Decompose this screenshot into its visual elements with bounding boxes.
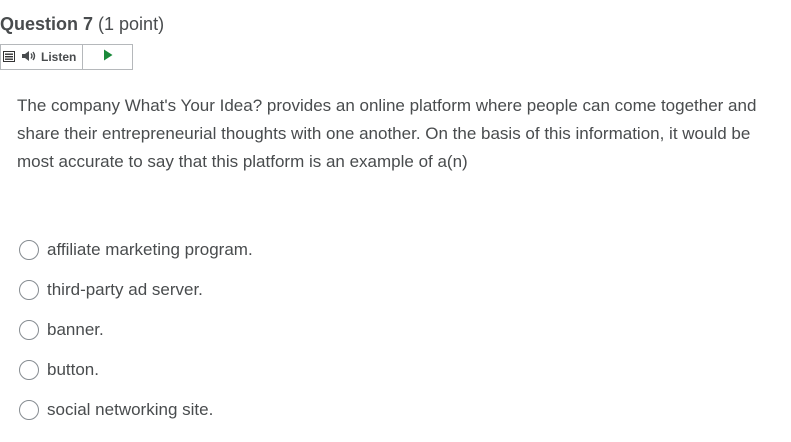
radio-button[interactable] bbox=[19, 280, 39, 300]
readspeaker-menu-button[interactable] bbox=[1, 45, 17, 69]
answer-option-label: button. bbox=[47, 360, 99, 379]
question-header: Question 7 (1 point) bbox=[0, 12, 164, 36]
radio-button[interactable] bbox=[19, 240, 39, 260]
answer-option-label: social networking site. bbox=[47, 400, 214, 419]
answer-option[interactable]: third-party ad server. bbox=[19, 270, 253, 310]
menu-icon bbox=[3, 49, 15, 67]
play-icon bbox=[103, 48, 113, 66]
speaker-icon bbox=[21, 50, 37, 65]
play-button[interactable] bbox=[83, 45, 132, 69]
answer-option-label: affiliate marketing program. bbox=[47, 240, 253, 259]
answer-option-label: third-party ad server. bbox=[47, 280, 203, 299]
question-text: The company What's Your Idea? provides a… bbox=[17, 96, 757, 171]
radio-button[interactable] bbox=[19, 400, 39, 420]
listen-label: Listen bbox=[41, 50, 77, 64]
readspeaker-toolbar: Listen bbox=[0, 44, 133, 70]
radio-button[interactable] bbox=[19, 320, 39, 340]
answer-option[interactable]: social networking site. bbox=[19, 390, 253, 430]
question-points: (1 point) bbox=[98, 14, 165, 34]
question-title: Question 7 bbox=[0, 14, 94, 34]
answer-options: affiliate marketing program. third-party… bbox=[19, 230, 253, 430]
answer-option[interactable]: banner. bbox=[19, 310, 253, 350]
listen-button[interactable]: Listen bbox=[17, 45, 84, 69]
answer-option[interactable]: button. bbox=[19, 350, 253, 390]
answer-option-label: banner. bbox=[47, 320, 104, 339]
answer-option[interactable]: affiliate marketing program. bbox=[19, 230, 253, 270]
radio-button[interactable] bbox=[19, 360, 39, 380]
